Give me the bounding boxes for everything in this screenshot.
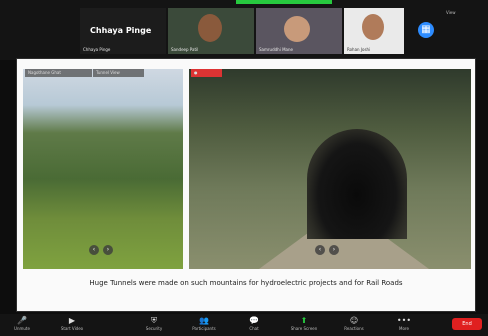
mountain-photo: Nagothane Ghat Tunnel View ‹ › [23,69,183,269]
photo-label-right: Tunnel View [93,69,144,77]
share-screen-button[interactable]: ⬆ Share Screen [286,316,322,331]
chat-button[interactable]: 💬 Chat [236,316,272,331]
more-button[interactable]: ••• More [386,316,422,331]
view-button[interactable]: View [446,10,456,15]
share-icon: ⬆ [300,316,308,325]
avatar [362,14,384,40]
end-meeting-button[interactable]: End [452,318,482,330]
next-icon[interactable]: › [103,245,113,255]
avatar [198,14,222,42]
unmute-button[interactable]: 🎤 Unmute [4,316,40,331]
prev-icon[interactable]: ‹ [315,245,325,255]
prev-icon[interactable]: ‹ [89,245,99,255]
rec-badge: ● [191,69,222,77]
toolbar-label: Reactions [344,326,364,331]
participant-name: Chhaya Pinge [83,47,111,52]
emoji-icon: ☺ [349,316,359,325]
participant-name: Sandeep Patil [171,47,199,52]
tunnel-shape [307,129,407,239]
toolbar-label: Participants [192,326,216,331]
next-icon[interactable]: › [329,245,339,255]
participant-name: Rohan Joshi [347,47,371,52]
participant-tile-2[interactable]: Samruddhi Mane [256,8,342,54]
view-toggle-icon[interactable]: ▦ [418,22,434,38]
sharing-indicator [236,0,332,4]
active-speaker-name: Chhaya Pingе [90,26,152,35]
video-icon: ▶ [68,316,76,325]
toolbar-label: Start Video [60,326,84,331]
toolbar-label: Unmute [14,326,30,331]
participant-name: Samruddhi Mane [259,47,293,52]
security-button[interactable]: ⛨ Security [136,316,172,331]
start-video-button[interactable]: ▶ Start Video [54,316,90,331]
chat-icon: 💬 [249,316,259,325]
toolbar-label: More [399,326,409,331]
participant-tile-1[interactable]: Sandeep Patil [168,8,254,54]
photo-label-left: Nagothane Ghat [25,69,92,77]
avatar [284,16,310,42]
participant-tile-0[interactable]: Chhaya Pingе Chhaya Pinge [80,8,166,54]
slide-caption: Huge Tunnels were made on such mountains… [89,279,403,287]
reactions-button[interactable]: ☺ Reactions [336,316,372,331]
more-icon: ••• [396,316,412,325]
shield-icon: ⛨ [151,316,157,325]
shared-slide: Nagothane Ghat Tunnel View ‹ › ● ‹ › Hug… [16,58,476,312]
participants-button[interactable]: 👥 Participants [186,316,222,331]
tunnel-photo: ● ‹ › [189,69,471,269]
mic-icon: 🎤 [17,316,27,325]
toolbar-label: Chat [249,326,259,331]
participant-tile-3[interactable]: Rohan Joshi [344,8,404,54]
toolbar-label: Share Screen [290,326,318,331]
people-icon: 👥 [199,316,209,325]
toolbar-label: Security [145,326,163,331]
